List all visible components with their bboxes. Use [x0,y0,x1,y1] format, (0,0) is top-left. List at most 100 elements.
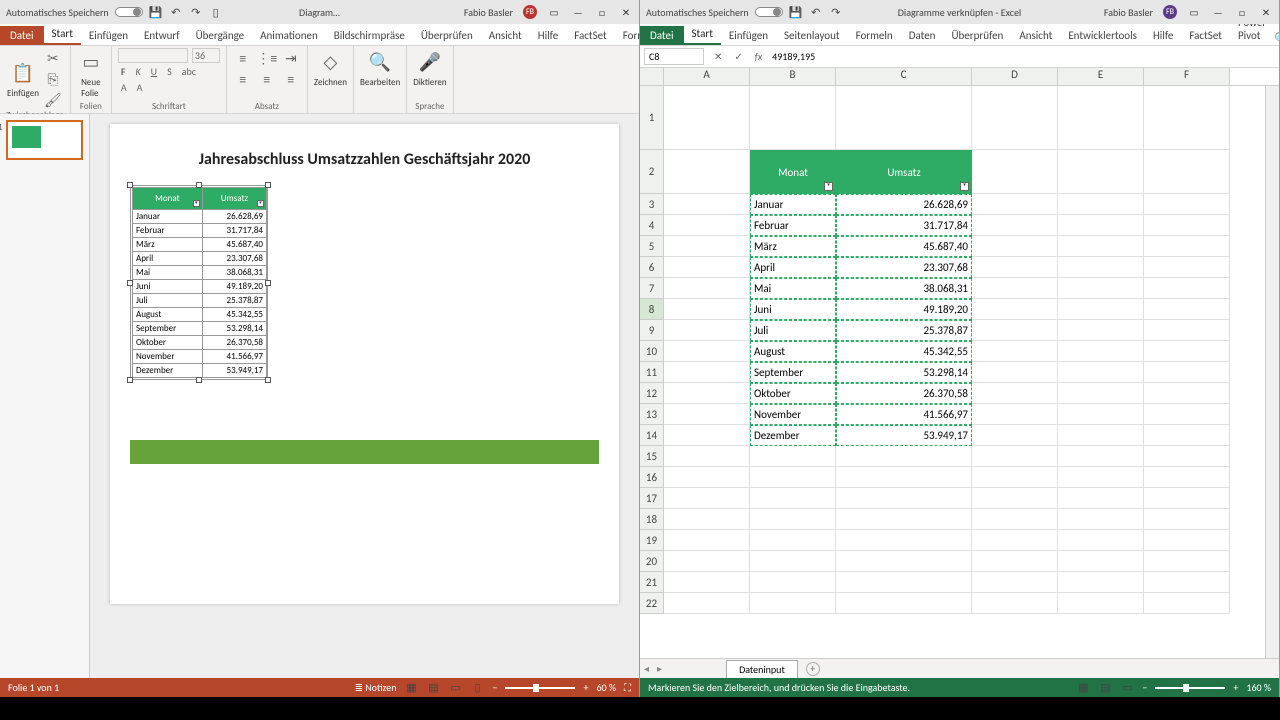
cell[interactable] [1058,215,1144,236]
cell[interactable] [664,530,750,551]
strike-button[interactable]: abc [179,64,199,79]
cell[interactable] [664,86,750,150]
col-head-B[interactable]: B [750,68,836,85]
slide-table[interactable]: Monat▾ Umsatz▾ Januar26.628,69Februar31.… [132,187,267,378]
minimize-icon[interactable]: — [571,5,585,19]
table-cell[interactable]: 31.717,84 [202,224,266,238]
th-monat[interactable]: Monat▾ [133,188,203,210]
cell[interactable] [1144,467,1230,488]
col-head-C[interactable]: C [836,68,972,85]
normal-view-icon[interactable]: ▦ [404,681,418,695]
table-cell[interactable]: August [133,308,203,322]
cell[interactable] [972,257,1058,278]
cell[interactable] [1058,362,1144,383]
cell[interactable] [972,194,1058,215]
cell-header-umsatz[interactable]: Umsatz▾ [836,150,972,194]
cell[interactable] [664,593,750,614]
bold-button[interactable]: F [118,64,129,79]
table-cell[interactable]: 45.687,40 [202,238,266,252]
cell[interactable] [972,150,1058,194]
underline-button[interactable]: U [148,64,160,79]
table-cell[interactable]: Dezember [133,364,203,378]
slide-title[interactable]: Jahresabschluss Umsatzzahlen Geschäftsja… [130,150,599,169]
tab-factset[interactable]: FactSet [566,26,615,45]
cell[interactable] [750,446,836,467]
fx-icon[interactable]: fx [749,50,768,63]
row-head-3[interactable]: 3 [640,194,664,215]
cell[interactable] [1144,320,1230,341]
cell[interactable] [750,86,836,150]
xl-user-avatar[interactable]: FB [1163,5,1177,19]
cell-umsatz[interactable]: 26.628,69 [836,194,972,215]
row-head-13[interactable]: 13 [640,404,664,425]
align-left-icon[interactable]: ≡ [233,69,253,89]
table-cell[interactable]: 26.628,69 [202,210,266,224]
close-icon[interactable]: ✕ [1259,5,1273,19]
enter-icon[interactable]: ✓ [728,50,748,63]
row-head-2[interactable]: 2 [640,150,664,194]
cell[interactable] [1058,551,1144,572]
row-head-20[interactable]: 20 [640,551,664,572]
tab-formeln[interactable]: Formeln [848,26,901,45]
cell[interactable] [1058,257,1144,278]
cell[interactable] [972,383,1058,404]
row-head-19[interactable]: 19 [640,530,664,551]
highlight-button[interactable]: A [134,80,146,95]
cell[interactable] [1144,509,1230,530]
cell[interactable] [1144,446,1230,467]
add-sheet-button[interactable]: + [806,662,820,676]
tab-daten[interactable]: Daten [901,26,944,45]
table-cell[interactable]: 25.378,87 [202,294,266,308]
cell[interactable] [1058,86,1144,150]
table-cell[interactable]: Januar [133,210,203,224]
cell[interactable] [1144,362,1230,383]
cell[interactable] [664,551,750,572]
tab-nav-last-icon[interactable]: ▸ [653,662,666,675]
cell[interactable] [1058,593,1144,614]
table-cell[interactable]: Juli [133,294,203,308]
numbering-icon[interactable]: ⋮≡ [257,48,277,68]
cell[interactable] [664,299,750,320]
cell[interactable] [750,551,836,572]
cell[interactable] [972,530,1058,551]
green-bar-shape[interactable] [130,440,599,464]
cell[interactable] [1058,299,1144,320]
row-head-14[interactable]: 14 [640,425,664,446]
cell-monat[interactable]: April [750,257,836,278]
cell[interactable] [972,488,1058,509]
col-head-A[interactable]: A [664,68,750,85]
align-center-icon[interactable]: ≡ [257,69,277,89]
cell[interactable] [1058,467,1144,488]
cell[interactable] [1058,425,1144,446]
table-cell[interactable]: 53.298,14 [202,322,266,336]
cell[interactable] [972,551,1058,572]
cell[interactable] [972,362,1058,383]
zoom-level[interactable]: 60 % [596,681,616,694]
tab-factset[interactable]: FactSet [1181,26,1230,45]
cell[interactable] [1144,341,1230,362]
row-head-7[interactable]: 7 [640,278,664,299]
table-cell[interactable]: 23.307,68 [202,252,266,266]
align-right-icon[interactable]: ≡ [281,69,301,89]
tab-hilfe[interactable]: Hilfe [530,26,566,45]
slide-canvas[interactable]: Jahresabschluss Umsatzzahlen Geschäftsja… [110,124,619,604]
cell-header-monat[interactable]: Monat▾ [750,150,836,194]
zoom-level[interactable]: 160 % [1246,681,1271,694]
cell[interactable] [972,404,1058,425]
cell[interactable] [1058,404,1144,425]
simplify-ribbon-icon[interactable]: ▭ [547,5,561,19]
cell[interactable] [1144,194,1230,215]
cell[interactable] [972,320,1058,341]
cell[interactable] [664,572,750,593]
cell[interactable] [1144,551,1230,572]
filter-icon[interactable]: ▾ [960,182,969,191]
cell[interactable] [664,383,750,404]
tab-ueberpruefen[interactable]: Überprüfen [943,26,1011,45]
format-painter-icon[interactable]: 🖌 [43,90,63,110]
font-name[interactable] [118,48,188,63]
cell[interactable] [836,572,972,593]
normal-view-icon[interactable]: ▦ [1076,681,1090,695]
zoom-slider[interactable] [1155,687,1225,689]
table-cell[interactable]: September [133,322,203,336]
new-slide-button[interactable]: ▭Neue Folie [77,48,105,99]
